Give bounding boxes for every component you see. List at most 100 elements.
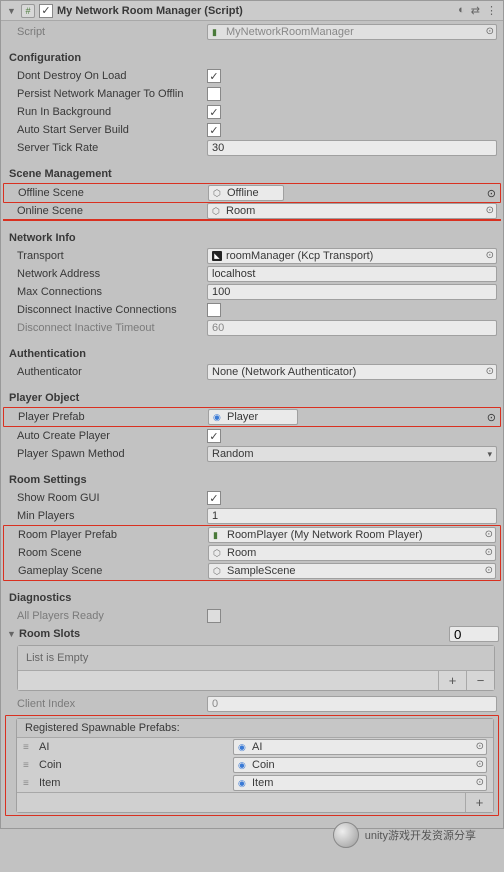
drag-handle-icon[interactable]: ≡ [23,742,37,753]
player-obj-header: Player Object [7,392,207,404]
object-picker-icon[interactable]: ⊙ [476,777,484,788]
auto-start-checkbox[interactable]: ✓ [207,123,221,137]
online-scene-field[interactable]: ⬡ Room ⊙ [207,203,497,219]
spawnable-row: ≡ Coin ◉ Coin ⊙ [17,756,493,774]
tick-rate-input[interactable] [207,140,497,156]
menu-icon[interactable]: ⋮ [486,4,497,17]
object-picker-icon[interactable]: ⊙ [485,529,493,540]
object-picker-icon[interactable]: ⊙ [476,759,484,770]
prefab-icon: ◉ [213,412,223,423]
auth-header: Authentication [7,348,207,360]
offline-scene-row: Offline Scene ⬡ Offline ⊙ [4,184,500,202]
max-conn-row: Max Connections [3,283,501,301]
preset-icon[interactable]: ⇄ [471,4,480,17]
object-picker-icon[interactable]: ⊙ [486,250,494,261]
help-icon[interactable]: ◐ [458,4,465,17]
authenticator-row: Authenticator None (Network Authenticato… [3,363,501,381]
add-button[interactable]: + [465,793,493,812]
player-prefab-row: Player Prefab ◉ Player ⊙ [4,408,500,426]
room-slots-count[interactable] [449,626,499,642]
all-players-ready-checkbox [207,609,221,623]
enable-component-checkbox[interactable]: ✓ [39,4,53,18]
network-address-input[interactable] [207,266,497,282]
chevron-down-icon: ▾ [487,449,492,460]
prefab-icon: ◉ [238,742,248,753]
persist-nm-row: Persist Network Manager To Offlin [3,85,501,103]
run-bg-row: Run In Background ✓ [3,103,501,121]
online-scene-row: Online Scene ⬡ Room ⊙ [3,203,501,221]
spawnable-header: Registered Spawnable Prefabs: [17,719,493,738]
spawnable-field[interactable]: ◉ Item ⊙ [233,775,487,791]
script-icon: ▮ [212,27,222,38]
min-players-input[interactable] [207,508,497,524]
client-index-input[interactable] [207,696,497,712]
configuration-header: Configuration [7,52,207,64]
script-field[interactable]: ▮ MyNetworkRoomManager ⊙ [207,24,497,40]
object-picker-icon[interactable]: ⊙ [486,366,494,377]
show-gui-row: Show Room GUI ✓ [3,489,501,507]
player-prefab-field[interactable]: ◉ Player [208,409,298,425]
offline-scene-field[interactable]: ⬡ Offline [208,185,284,201]
spawnable-row: ≡ Item ◉ Item ⊙ [17,774,493,792]
disc-timeout-input[interactable] [207,320,497,336]
scene-icon: ⬡ [212,206,222,217]
spawnable-field[interactable]: ◉ AI ⊙ [233,739,487,755]
remove-button[interactable]: − [466,671,494,690]
persist-nm-checkbox[interactable] [207,87,221,101]
component-header[interactable]: ▼ # ✓ My Network Room Manager (Script) ◐… [1,1,503,21]
object-picker-icon[interactable]: ⊙ [485,547,493,558]
spawn-method-row: Player Spawn Method Random ▾ [3,445,501,463]
spawnable-field[interactable]: ◉ Coin ⊙ [233,757,487,773]
auto-create-row: Auto Create Player ✓ [3,427,501,445]
object-picker-icon[interactable]: ⊙ [486,26,494,37]
dont-destroy-checkbox[interactable]: ✓ [207,69,221,83]
min-players-row: Min Players [3,507,501,525]
all-players-ready-row: All Players Ready [3,607,501,625]
disc-inactive-row: Disconnect Inactive Connections [3,301,501,319]
gameplay-scene-row: Gameplay Scene ⬡ SampleScene ⊙ [4,562,500,580]
drag-handle-icon[interactable]: ≡ [23,760,37,771]
room-player-prefab-row: Room Player Prefab ▮ RoomPlayer (My Netw… [4,526,500,544]
scene-icon: ⬡ [213,188,223,199]
client-index-row: Client Index [3,695,501,713]
scene-icon: ⬡ [213,548,223,559]
object-picker-icon[interactable]: ⊙ [487,411,496,424]
run-bg-checkbox[interactable]: ✓ [207,105,221,119]
spawn-method-dropdown[interactable]: Random ▾ [207,446,497,462]
room-slots-row[interactable]: ▼ Room Slots [3,625,501,643]
tick-rate-row: Server Tick Rate [3,139,501,157]
drag-handle-icon[interactable]: ≡ [23,778,37,789]
list-empty-text: List is Empty [18,646,494,670]
authenticator-field[interactable]: None (Network Authenticator) ⊙ [207,364,497,380]
room-settings-header: Room Settings [7,474,207,486]
foldout-icon[interactable]: ▼ [5,629,15,639]
object-picker-icon[interactable]: ⊙ [485,565,493,576]
script-icon: ▮ [213,530,223,541]
inspector-panel: ▼ # ✓ My Network Room Manager (Script) ◐… [0,0,504,829]
gameplay-scene-field[interactable]: ⬡ SampleScene ⊙ [208,563,496,579]
room-scene-field[interactable]: ⬡ Room ⊙ [208,545,496,561]
add-button[interactable]: + [438,671,466,690]
max-conn-input[interactable] [207,284,497,300]
script-chip-icon: # [21,4,35,18]
foldout-icon[interactable]: ▼ [7,6,17,16]
transport-icon: ◣ [212,251,222,261]
prefab-icon: ◉ [238,760,248,771]
auto-start-row: Auto Start Server Build ✓ [3,121,501,139]
dont-destroy-row: Dont Destroy On Load ✓ [3,67,501,85]
scene-mgmt-header: Scene Management [7,168,207,180]
transport-row: Transport ◣ roomManager (Kcp Transport) … [3,247,501,265]
disc-inactive-checkbox[interactable] [207,303,221,317]
spawnable-prefabs-list: Registered Spawnable Prefabs: ≡ AI ◉ AI … [16,718,494,813]
object-picker-icon[interactable]: ⊙ [486,205,494,216]
room-player-prefab-field[interactable]: ▮ RoomPlayer (My Network Room Player) ⊙ [208,527,496,543]
transport-field[interactable]: ◣ roomManager (Kcp Transport) ⊙ [207,248,497,264]
object-picker-icon[interactable]: ⊙ [476,741,484,752]
show-gui-checkbox[interactable]: ✓ [207,491,221,505]
auto-create-checkbox[interactable]: ✓ [207,429,221,443]
room-scene-row: Room Scene ⬡ Room ⊙ [4,544,500,562]
scene-icon: ⬡ [213,566,223,577]
object-picker-icon[interactable]: ⊙ [487,187,496,200]
prefab-icon: ◉ [238,778,248,789]
disc-timeout-row: Disconnect Inactive Timeout [3,319,501,337]
